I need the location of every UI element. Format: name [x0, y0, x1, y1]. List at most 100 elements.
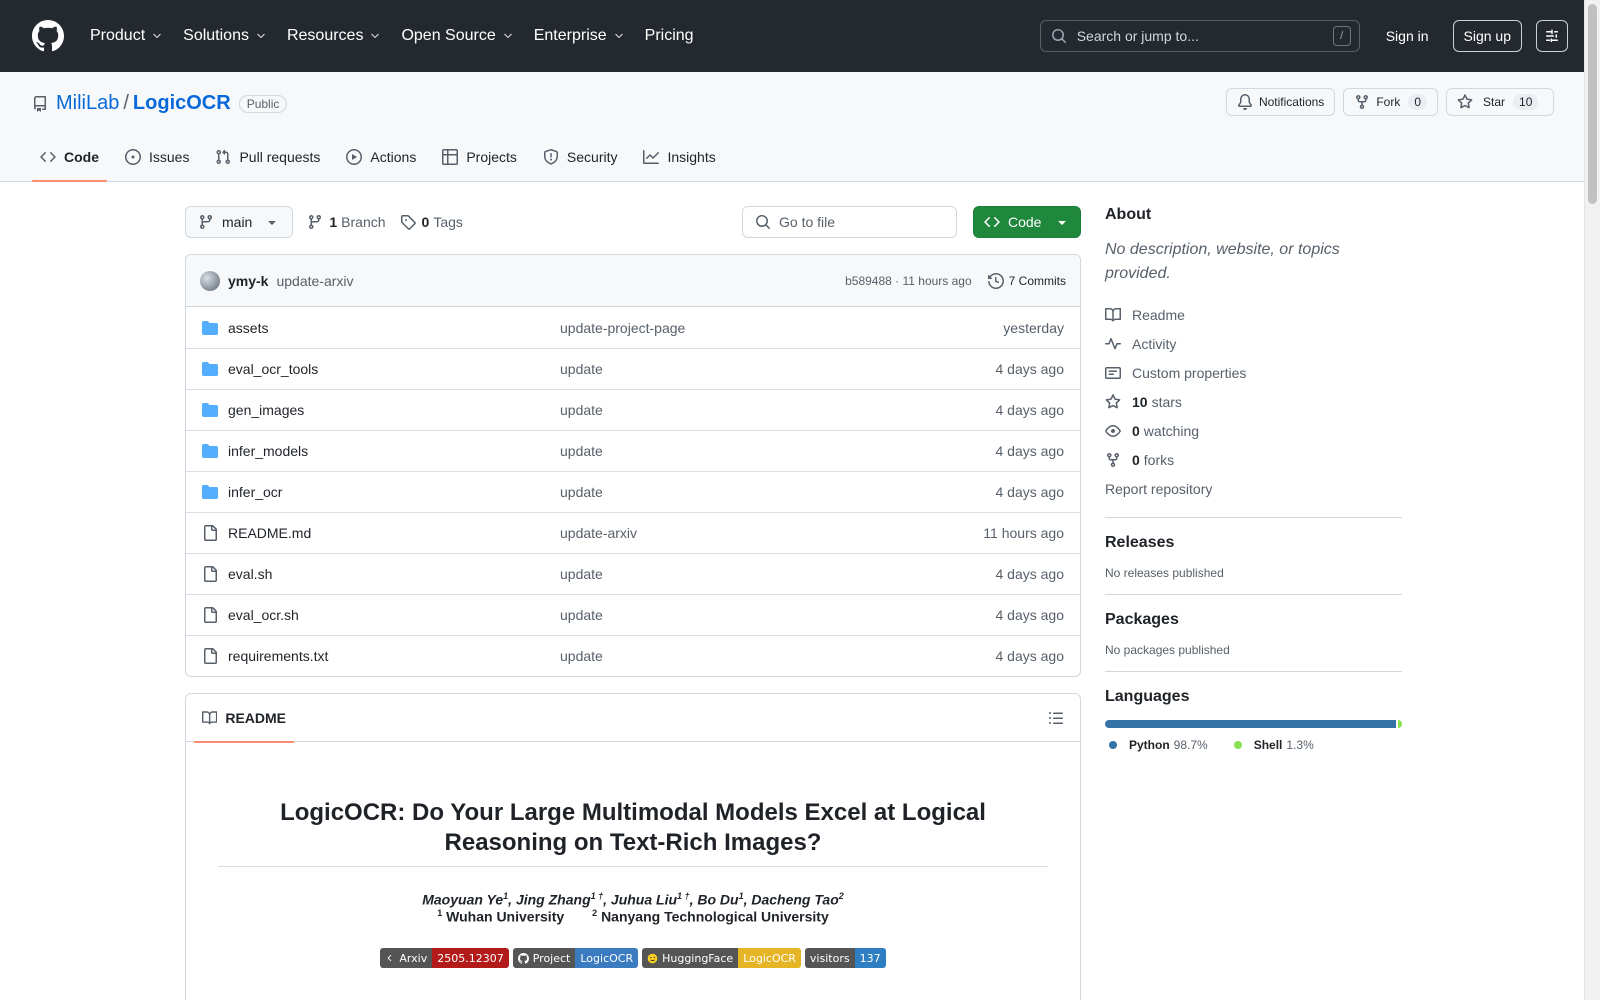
readme-badge[interactable]: visitors 137: [804, 948, 886, 969]
file-toolbar: main 1 Branch 0 Tags Go to file Code: [185, 206, 1081, 238]
table-row[interactable]: assets update-project-page yesterday: [186, 307, 1080, 348]
tab-actions[interactable]: Actions: [338, 133, 424, 181]
nav-enterprise[interactable]: Enterprise: [532, 23, 627, 49]
file-commit-message-link[interactable]: update: [560, 443, 996, 459]
nav-pricing[interactable]: Pricing: [643, 23, 696, 49]
global-search-input[interactable]: Search or jump to... /: [1039, 20, 1360, 52]
table-row[interactable]: eval_ocr.sh update 4 days ago: [186, 594, 1080, 635]
readme-badge[interactable]: Project LogicOCR: [512, 948, 639, 969]
branches-link[interactable]: 1 Branch: [307, 214, 386, 230]
tab-security-label: Security: [566, 149, 618, 165]
file-name-link[interactable]: assets: [228, 320, 560, 336]
affiliation-name: Wuhan University: [446, 908, 565, 925]
about-link-stars[interactable]: 10 stars: [1105, 387, 1402, 416]
file-name-link[interactable]: infer_models: [228, 443, 560, 459]
nav-solutions[interactable]: Solutions: [181, 23, 269, 49]
language-item[interactable]: Python 98.7%: [1105, 738, 1208, 752]
file-commit-message-link[interactable]: update: [560, 361, 996, 377]
language-bar-segment: [1398, 720, 1402, 728]
page-scrollbar[interactable]: [1584, 0, 1600, 1000]
tab-pull-requests[interactable]: Pull requests: [207, 133, 328, 181]
shield-icon: [543, 149, 558, 165]
global-header: Product Solutions Resources Open Source …: [0, 0, 1600, 72]
language-percent: 1.3%: [1286, 738, 1314, 752]
pull-request-icon: [216, 149, 231, 165]
nav-open-source[interactable]: Open Source: [399, 23, 515, 49]
nav-product[interactable]: Product: [88, 23, 165, 49]
commit-meta[interactable]: b589488 · 11 hours ago: [845, 274, 972, 288]
readme-badge[interactable]: HuggingFace LogicOCR: [642, 948, 801, 969]
table-row[interactable]: README.md update-arxiv 11 hours ago: [186, 512, 1080, 553]
about-link-label: forks: [1143, 451, 1175, 468]
table-row[interactable]: eval.sh update 4 days ago: [186, 553, 1080, 594]
file-commit-message-link[interactable]: update: [560, 566, 996, 582]
file-name-link[interactable]: gen_images: [228, 402, 560, 418]
commits-history-link[interactable]: 7 Commits: [987, 272, 1066, 289]
file-commit-message-link[interactable]: update: [560, 648, 996, 664]
bell-icon: [1237, 94, 1252, 110]
table-row[interactable]: infer_models update 4 days ago: [186, 430, 1080, 471]
tab-code[interactable]: Code: [32, 133, 107, 182]
repo-owner-link[interactable]: MiliLab: [56, 92, 119, 115]
tab-insights[interactable]: Insights: [635, 133, 723, 181]
file-commit-message-link[interactable]: update: [560, 484, 996, 500]
tags-link[interactable]: 0 Tags: [400, 214, 463, 230]
about-link-watching[interactable]: 0 watching: [1105, 416, 1402, 445]
commit-author-link[interactable]: ymy-k: [228, 273, 268, 289]
tab-projects[interactable]: Projects: [434, 133, 525, 181]
about-link-activity[interactable]: Activity: [1105, 329, 1402, 358]
repo-name-link[interactable]: LogicOCR: [133, 92, 231, 115]
table-row[interactable]: requirements.txt update 4 days ago: [186, 635, 1080, 676]
file-commit-message-link[interactable]: update: [560, 402, 996, 418]
file-commit-message-link[interactable]: update: [560, 607, 996, 623]
notifications-label: Notifications: [1258, 95, 1325, 109]
file-commit-message-link[interactable]: update-arxiv: [560, 525, 983, 541]
file-name-link[interactable]: requirements.txt: [228, 648, 560, 664]
packages-heading[interactable]: Packages: [1105, 611, 1402, 629]
branch-selector[interactable]: main: [185, 206, 294, 238]
go-to-file-input[interactable]: Go to file: [742, 206, 957, 238]
folder-icon: [202, 485, 218, 499]
avatar[interactable]: [200, 270, 220, 291]
sign-in-link[interactable]: Sign in: [1378, 22, 1437, 50]
readme-badge[interactable]: Arxiv 2505.12307: [380, 948, 509, 969]
releases-heading[interactable]: Releases: [1105, 534, 1402, 552]
table-row[interactable]: gen_images update 4 days ago: [186, 389, 1080, 430]
file-name-link[interactable]: eval_ocr.sh: [228, 607, 560, 623]
file-name-link[interactable]: infer_ocr: [228, 484, 560, 500]
file-commit-message-link[interactable]: update-project-page: [560, 320, 1003, 336]
outline-button[interactable]: [1040, 702, 1072, 734]
repo-icon: [34, 95, 46, 112]
file-name-link[interactable]: eval.sh: [228, 566, 560, 582]
tab-security[interactable]: Security: [535, 133, 626, 181]
affiliations-line: 1 Wuhan University 2 Nanyang Technologica…: [218, 908, 1048, 925]
github-icon: [517, 952, 529, 964]
file-name-link[interactable]: README.md: [228, 525, 560, 541]
file-commit-date: 4 days ago: [995, 443, 1065, 459]
code-dropdown-button[interactable]: Code: [973, 206, 1081, 238]
commit-message-link[interactable]: update-arxiv: [276, 273, 353, 289]
scrollbar-thumb[interactable]: [1588, 4, 1597, 204]
fork-button[interactable]: Fork 0: [1343, 88, 1438, 116]
about-link-readme[interactable]: Readme: [1105, 300, 1402, 329]
language-item[interactable]: Shell 1.3%: [1230, 738, 1314, 752]
file-name-link[interactable]: eval_ocr_tools: [228, 361, 560, 377]
note-icon: [1105, 366, 1121, 379]
about-link-custom-properties[interactable]: Custom properties: [1105, 358, 1402, 387]
sign-up-button[interactable]: Sign up: [1452, 20, 1522, 52]
nav-resources[interactable]: Resources: [285, 23, 383, 49]
report-repository-link[interactable]: Report repository: [1105, 474, 1402, 503]
tab-issues[interactable]: Issues: [117, 133, 197, 181]
settings-menu-button[interactable]: [1536, 20, 1568, 52]
star-button[interactable]: Star 10: [1446, 88, 1554, 116]
table-row[interactable]: eval_ocr_tools update 4 days ago: [186, 348, 1080, 389]
github-logo-icon[interactable]: [32, 20, 64, 52]
file-browser: ymy-k update-arxiv b589488 · 11 hours ag…: [185, 254, 1081, 677]
readme-tab[interactable]: README: [194, 694, 294, 743]
visibility-badge: Public: [238, 94, 288, 113]
table-icon: [442, 149, 459, 165]
badge-left-label: Project: [532, 951, 571, 965]
notifications-button[interactable]: Notifications: [1225, 88, 1336, 116]
about-link-forks[interactable]: 0 forks: [1105, 445, 1402, 474]
table-row[interactable]: infer_ocr update 4 days ago: [186, 471, 1080, 512]
